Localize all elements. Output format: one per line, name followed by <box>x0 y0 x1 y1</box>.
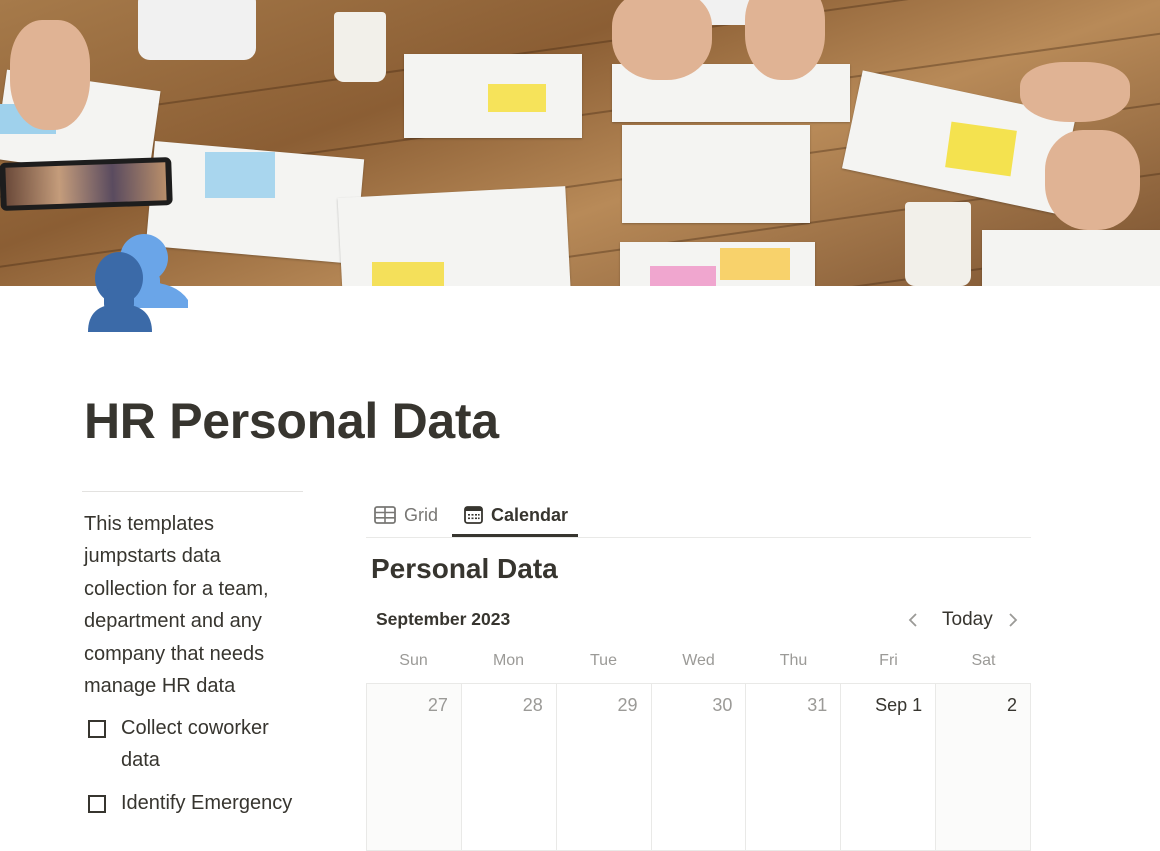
calendar-day-cell[interactable]: Sep 1 <box>841 684 937 851</box>
calendar-day-cell[interactable]: 29 <box>556 684 652 851</box>
chevron-left-icon <box>908 613 917 627</box>
weekday-header: Sun Mon Tue Wed Thu Fri Sat <box>366 652 1031 674</box>
day-number: 31 <box>807 695 828 715</box>
busts-in-silhouette-icon[interactable] <box>86 230 190 334</box>
database-title[interactable]: Personal Data <box>371 553 558 585</box>
todo-item: Identify Emergency <box>88 787 303 819</box>
weekday-label: Thu <box>779 652 808 669</box>
todo-item: Collect coworker data <box>88 712 303 777</box>
today-button[interactable]: Today <box>933 606 1002 634</box>
tab-grid-label: Grid <box>404 504 439 525</box>
tab-calendar[interactable]: Calendar <box>452 494 579 537</box>
calendar-icon <box>464 506 483 524</box>
table-grid-icon <box>374 506 396 524</box>
calendar-day-cell[interactable]: 28 <box>461 684 557 851</box>
calendar-week-row: 27 28 29 30 31 Sep 1 2 <box>366 683 1032 851</box>
calendar-day-cell[interactable]: 30 <box>651 684 747 851</box>
todo-checkbox[interactable] <box>88 720 106 738</box>
weekday-label: Sat <box>971 652 996 669</box>
day-number: 28 <box>522 695 543 715</box>
todo-checkbox[interactable] <box>88 795 106 813</box>
weekday-label: Sun <box>399 652 428 669</box>
calendar-day-cell[interactable]: 31 <box>746 684 842 851</box>
divider <box>82 491 303 492</box>
previous-month-button[interactable] <box>906 606 920 634</box>
todo-label[interactable]: Collect coworker data <box>121 712 303 777</box>
weekday-label: Tue <box>590 652 617 669</box>
weekday-label: Mon <box>492 652 525 669</box>
chevron-right-icon <box>1009 613 1018 627</box>
weekday-label: Wed <box>682 652 715 669</box>
calendar-day-cell[interactable]: 27 <box>367 684 462 851</box>
day-number: 30 <box>712 695 733 715</box>
view-tabs: Grid Calendar <box>366 494 1031 538</box>
template-description: This templates jumpstarts data collectio… <box>84 513 269 698</box>
page-title[interactable]: HR Personal Data <box>84 392 499 450</box>
tab-calendar-label: Calendar <box>491 504 569 525</box>
day-number: Sep 1 <box>875 695 923 715</box>
todo-label[interactable]: Identify Emergency <box>121 787 292 819</box>
day-number: 29 <box>617 695 638 715</box>
day-number: 2 <box>1007 695 1018 715</box>
tab-grid[interactable]: Grid <box>374 494 438 536</box>
calendar-day-cell[interactable]: 2 <box>936 684 1032 851</box>
day-number: 27 <box>427 695 448 715</box>
weekday-label: Fri <box>879 652 898 669</box>
calendar-month-label: September 2023 <box>376 609 511 629</box>
next-month-button[interactable] <box>1006 606 1020 634</box>
